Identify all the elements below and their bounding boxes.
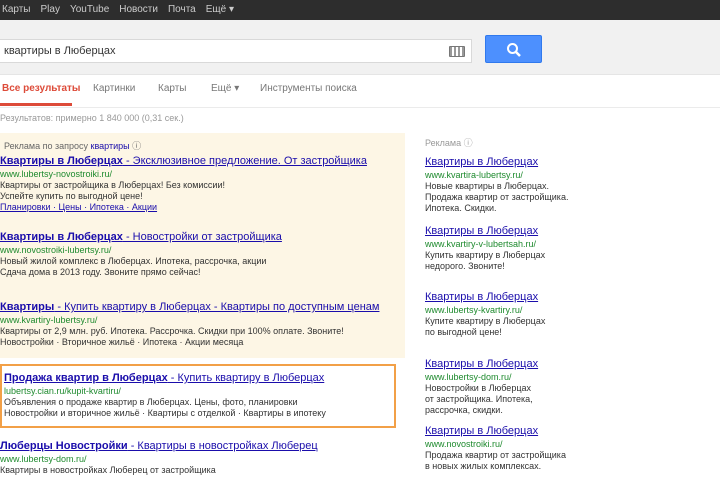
right-ad: Квартиры в Люберцах www.novostroiki.ru/ … — [425, 425, 705, 471]
right-ad-title[interactable]: Квартиры в Люберцах — [425, 291, 705, 303]
right-ad-title[interactable]: Квартиры в Люберцах — [425, 358, 705, 370]
search-tabs: Все результаты Картинки Карты Ещё ▾ Инст… — [0, 75, 720, 108]
ad-result: Квартиры - Купить квартиру в Люберцах - … — [0, 301, 400, 347]
topbar-link-maps[interactable]: Карты — [2, 3, 31, 17]
right-ad-url: www.lubertsy-dom.ru/ — [425, 372, 512, 382]
topbar-link-more[interactable]: Ещё ▾ — [206, 3, 234, 17]
right-ads-header: Реклама ⓘ — [425, 136, 473, 149]
active-tab-indicator — [0, 103, 72, 106]
right-ads-header-text: Реклама — [425, 138, 462, 148]
tab-images[interactable]: Картинки — [93, 83, 135, 94]
right-ad: Квартиры в Люберцах www.kvartira-luberts… — [425, 156, 705, 213]
ad-title-rest: - Эксклюзивное предложение. От застройщи… — [122, 155, 367, 167]
top-navigation-bar: Карты Play YouTube Новости Почта Ещё ▾ — [0, 0, 720, 20]
ad-snippet-line: Сдача дома в 2013 году. Звоните прямо се… — [0, 267, 201, 277]
right-ad-line: от застройщика. Ипотека, — [425, 394, 533, 404]
right-ad-url: www.lubertsy-kvartiry.ru/ — [425, 305, 523, 315]
right-ad-line: Продажа квартир от застройщика. — [425, 192, 569, 202]
ad-snippet-line: Новостройки · Вторичное жильё · Ипотека … — [0, 337, 244, 347]
right-ad-line: по выгодной цене! — [425, 327, 502, 337]
ads-info-icon[interactable]: ⓘ — [132, 141, 141, 151]
right-ad: Квартиры в Люберцах www.lubertsy-kvartir… — [425, 291, 705, 337]
right-ad-line: в новых жилых комплексах. — [425, 461, 542, 471]
ad-title-rest: - Новостройки от застройщика — [122, 231, 282, 243]
right-ad-url: www.novostroiki.ru/ — [425, 439, 503, 449]
tab-maps[interactable]: Карты — [158, 83, 187, 94]
ad-sitelinks[interactable]: Планировки · Цены · Ипотека · Акции — [0, 202, 157, 212]
result-url: www.lubertsy-dom.ru/ — [0, 454, 87, 464]
right-ad-line: Продажа квартир от застройщика — [425, 450, 566, 460]
ad-result: Квартиры в Люберцах - Эксклюзивное предл… — [0, 155, 400, 212]
search-header — [0, 20, 720, 75]
right-ad: Квартиры в Люберцах www.lubertsy-dom.ru/… — [425, 358, 705, 415]
topbar-link-mail[interactable]: Почта — [168, 3, 196, 17]
ads-header-link[interactable]: квартиры — [91, 141, 130, 151]
result-title-link[interactable]: Люберцы Новостройки - Квартиры в новостр… — [0, 440, 400, 452]
right-ad-url: www.kvartiry-v-lubertsah.ru/ — [425, 239, 537, 249]
ads-header-text: Реклама по запросу — [4, 141, 88, 151]
ad-title-bold: Квартиры в Люберцах — [0, 231, 123, 243]
right-ad-line: недорого. Звоните! — [425, 261, 505, 271]
ad-url: www.novostroiki-lubertsy.ru/ — [0, 245, 112, 255]
right-ad-line: Купить квартиру в Люберцах — [425, 250, 546, 260]
keyboard-icon[interactable] — [449, 46, 465, 57]
right-ad-line: Ипотека. Скидки. — [425, 203, 497, 213]
ads-header: Реклама по запросу квартиры ⓘ — [4, 139, 141, 152]
tab-search-tools[interactable]: Инструменты поиска — [260, 83, 357, 94]
ad-snippet-line: Успейте купить по выгодной цене! — [0, 191, 143, 201]
result-snippet-line: Квартиры в новостройках Люберец от застр… — [0, 465, 216, 475]
highlighted-result-frame — [0, 364, 396, 428]
ad-snippet-line: Квартиры от застройщика в Люберцах! Без … — [0, 180, 225, 190]
ad-title-link[interactable]: Квартиры в Люберцах - Новостройки от зас… — [0, 231, 400, 243]
search-input[interactable] — [4, 43, 434, 59]
topbar-link-youtube[interactable]: YouTube — [70, 3, 109, 17]
ad-title-link[interactable]: Квартиры - Купить квартиру в Люберцах - … — [0, 301, 400, 313]
ad-snippet-line: Новый жилой комплекс в Люберцах. Ипотека… — [0, 256, 267, 266]
ad-title-link[interactable]: Квартиры в Люберцах - Эксклюзивное предл… — [0, 155, 400, 167]
right-ad-line: рассрочка, скидки. — [425, 405, 503, 415]
ad-url: www.kvartiry-lubertsy.ru/ — [0, 315, 98, 325]
top-ads-block: Реклама по запросу квартиры ⓘ Квартиры в… — [0, 133, 405, 358]
result-title-bold: Люберцы Новостройки — [0, 440, 128, 452]
search-icon — [507, 43, 521, 57]
right-ad-line: Новые квартиры в Люберцах. — [425, 181, 549, 191]
ad-snippet-line: Квартиры от 2,9 млн. руб. Ипотека. Расср… — [0, 326, 344, 336]
ad-url: www.lubertsy-novostroiki.ru/ — [0, 169, 113, 179]
right-ad-title[interactable]: Квартиры в Люберцах — [425, 225, 705, 237]
info-icon[interactable]: ⓘ — [464, 138, 473, 148]
right-ad-line: Купите квартиру в Люберцах — [425, 316, 546, 326]
right-ad: Квартиры в Люберцах www.kvartiry-v-luber… — [425, 225, 705, 271]
right-ad-line: Новостройки в Люберцах — [425, 383, 531, 393]
result-stats: Результатов: примерно 1 840 000 (0,31 се… — [0, 113, 184, 123]
tab-all-results[interactable]: Все результаты — [2, 83, 80, 94]
organic-result: Люберцы Новостройки - Квартиры в новостр… — [0, 440, 400, 475]
tab-more[interactable]: Ещё ▾ — [211, 83, 239, 94]
topbar-link-play[interactable]: Play — [41, 3, 60, 17]
right-ad-title[interactable]: Квартиры в Люберцах — [425, 425, 705, 437]
ad-title-bold: Квартиры в Люберцах — [0, 155, 123, 167]
right-ad-url: www.kvartira-lubertsy.ru/ — [425, 170, 523, 180]
search-box — [0, 39, 472, 63]
right-ad-title[interactable]: Квартиры в Люберцах — [425, 156, 705, 168]
search-button[interactable] — [485, 35, 542, 63]
result-title-rest: - Квартиры в новостройках Люберец — [127, 440, 318, 452]
topbar-link-news[interactable]: Новости — [119, 3, 158, 17]
ad-result: Квартиры в Люберцах - Новостройки от зас… — [0, 231, 400, 277]
ad-title-bold: Квартиры — [0, 301, 55, 313]
ad-title-rest: - Купить квартиру в Люберцах - Квартиры … — [54, 301, 380, 313]
